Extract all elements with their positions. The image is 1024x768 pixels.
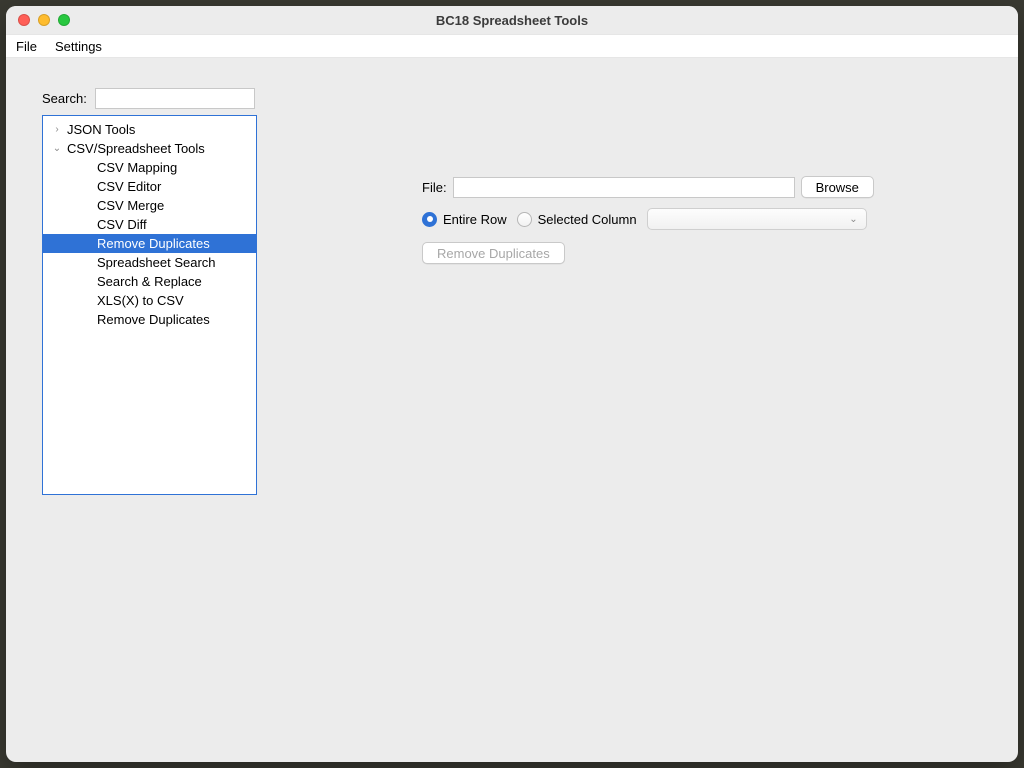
browse-button[interactable]: Browse [801,176,874,198]
window-controls [18,14,70,26]
tree-item[interactable]: Spreadsheet Search [43,253,256,272]
radio-icon [517,212,532,227]
app-window: BC18 Spreadsheet Tools File Settings Sea… [6,6,1018,762]
tree-item-label: Spreadsheet Search [97,255,216,270]
tree-item-label: Remove Duplicates [97,312,210,327]
tree-item[interactable]: ⌄ CSV/Spreadsheet Tools [43,139,256,158]
tree-item[interactable]: CSV Diff [43,215,256,234]
radio-selected-column[interactable]: Selected Column [517,212,637,227]
menubar: File Settings [6,34,1018,58]
tree-item-label: Search & Replace [97,274,202,289]
tree-item[interactable]: › JSON Tools [43,120,256,139]
tool-panel: File: Browse Entire Row Selected Column … [422,176,982,264]
tree-item-label: Remove Duplicates [97,236,210,251]
tree-item-label: CSV Merge [97,198,164,213]
radio-label: Selected Column [538,212,637,227]
search-row: Search: [42,88,1018,109]
file-row: File: Browse [422,176,982,198]
tree-item[interactable]: CSV Editor [43,177,256,196]
close-icon[interactable] [18,14,30,26]
search-input[interactable] [95,88,255,109]
file-input[interactable] [453,177,795,198]
tree-item[interactable]: Search & Replace [43,272,256,291]
tree-item-label: CSV/Spreadsheet Tools [67,141,205,156]
zoom-icon[interactable] [58,14,70,26]
content-area: Search: › JSON Tools ⌄ CSV/Spreadsheet Tool… [6,58,1018,495]
tree-item-label: XLS(X) to CSV [97,293,184,308]
search-label: Search: [42,91,87,106]
tool-tree[interactable]: › JSON Tools ⌄ CSV/Spreadsheet Tools CSV Map… [42,115,257,495]
menu-settings[interactable]: Settings [55,39,102,54]
radio-icon [422,212,437,227]
minimize-icon[interactable] [38,14,50,26]
scope-row: Entire Row Selected Column ⌄ [422,208,982,230]
radio-entire-row[interactable]: Entire Row [422,212,507,227]
chevron-down-icon: ⌄ [849,214,857,225]
menu-file[interactable]: File [16,39,37,54]
tree-item-label: CSV Editor [97,179,161,194]
radio-label: Entire Row [443,212,507,227]
tree-item-label: JSON Tools [67,122,135,137]
window-title: BC18 Spreadsheet Tools [6,13,1018,28]
file-label: File: [422,180,447,195]
titlebar[interactable]: BC18 Spreadsheet Tools [6,6,1018,34]
tree-item-label: CSV Mapping [97,160,177,175]
chevron-right-icon[interactable]: › [51,124,63,135]
tree-item[interactable]: Remove Duplicates [43,234,256,253]
tree-item[interactable]: XLS(X) to CSV [43,291,256,310]
tree-item[interactable]: Remove Duplicates [43,310,256,329]
remove-duplicates-button[interactable]: Remove Duplicates [422,242,565,264]
column-combo[interactable]: ⌄ [647,208,867,230]
tree-item-label: CSV Diff [97,217,147,232]
tree-item[interactable]: CSV Merge [43,196,256,215]
chevron-down-icon[interactable]: ⌄ [51,143,63,154]
tree-item[interactable]: CSV Mapping [43,158,256,177]
action-row: Remove Duplicates [422,242,982,264]
